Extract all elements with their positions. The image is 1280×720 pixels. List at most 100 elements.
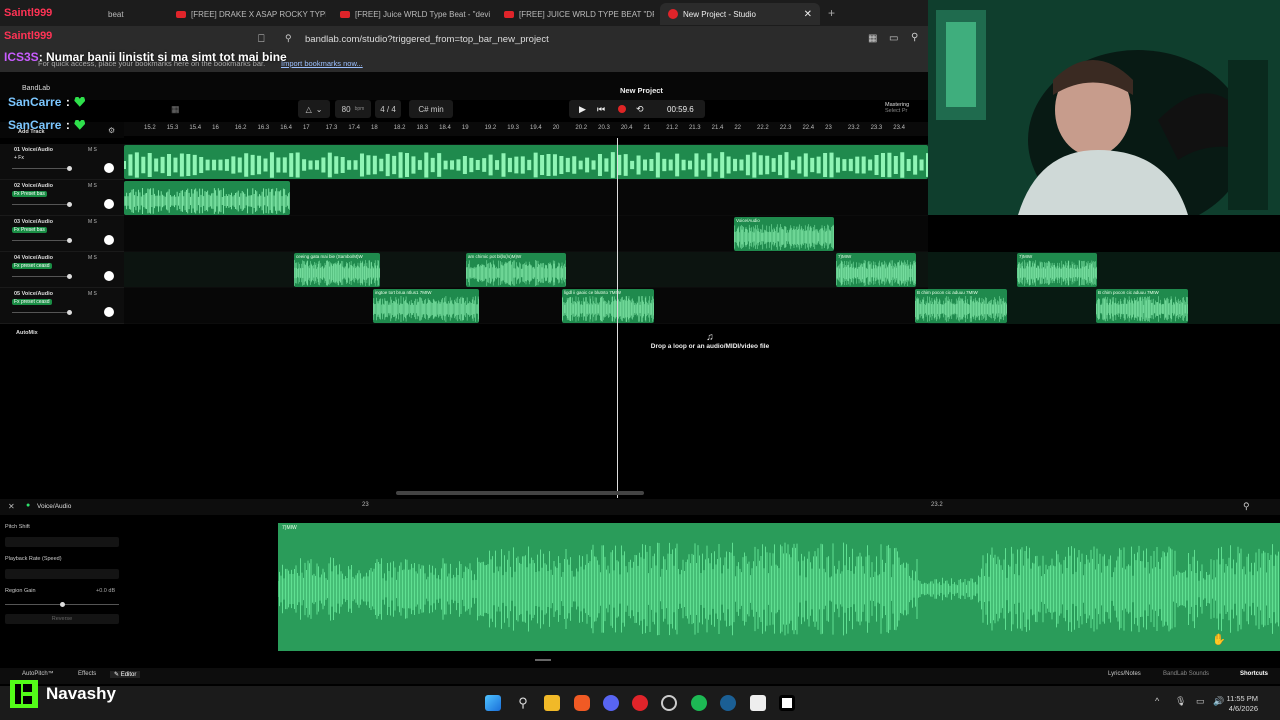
close-editor-icon[interactable]: ✕: [8, 502, 15, 511]
grid-icon[interactable]: ▦: [171, 104, 180, 115]
sounds-button[interactable]: BandLab Sounds: [1163, 671, 1209, 677]
horizontal-scrollbar[interactable]: [396, 491, 644, 495]
track-lane[interactable]: ingtoe tort brua ntlus1 7MIW ligdl ii ga…: [124, 288, 928, 324]
extension-icon[interactable]: ▦: [868, 33, 877, 44]
capcut-icon[interactable]: [779, 695, 795, 711]
browser-tab-active[interactable]: New Project - Studio ✕: [660, 3, 820, 25]
zoom-icon[interactable]: ⚲: [911, 32, 918, 43]
pan-knob[interactable]: [104, 271, 114, 281]
volume-fader[interactable]: [12, 310, 72, 315]
windows-start-icon[interactable]: [485, 695, 501, 711]
volume-fader[interactable]: [12, 166, 72, 171]
bookmark-icon[interactable]: ⎕: [258, 33, 265, 46]
obs-icon[interactable]: [661, 695, 677, 711]
shortcuts-button[interactable]: Shortcuts: [1240, 671, 1268, 677]
browser-tab[interactable]: [FREE] DRAKE X ASAP ROCKY TYPE B: [168, 3, 326, 25]
audio-clip[interactable]: ingtoe tort brua ntlus1 7MIW: [373, 289, 479, 323]
key-field[interactable]: C# min: [409, 100, 453, 118]
audio-clip[interactable]: [124, 181, 290, 215]
mute-solo[interactable]: M S: [88, 219, 97, 225]
audio-clip[interactable]: 7)MIW: [1017, 253, 1097, 287]
volume-fader[interactable]: [12, 274, 72, 279]
fx-button[interactable]: Fx Preset bas: [12, 191, 47, 197]
mute-solo[interactable]: M S: [88, 255, 97, 261]
editor-button[interactable]: ✎ Editor: [110, 671, 141, 678]
track-lane[interactable]: Voice/Audio: [124, 216, 928, 252]
playback-rate-input[interactable]: [5, 569, 119, 579]
resize-handle[interactable]: [535, 659, 551, 661]
mastering-button[interactable]: Mastering Select Pr: [885, 102, 909, 114]
browser-tab[interactable]: [FREE] JUICE WRLD TYPE BEAT "DRUN: [496, 3, 654, 25]
volume-fader[interactable]: [12, 238, 72, 243]
fx-button[interactable]: + Fx: [12, 155, 26, 161]
pan-knob[interactable]: [104, 199, 114, 209]
drop-zone[interactable]: ♫ Drop a loop or an audio/MIDI/video fil…: [640, 332, 780, 350]
track-header[interactable]: 02 Voice/Audio Fx Preset bas M S: [0, 180, 124, 216]
brave-icon[interactable]: [574, 695, 590, 711]
tempo-field[interactable]: 80 bpm: [335, 100, 371, 118]
pan-knob[interactable]: [104, 235, 114, 245]
settings-icon[interactable]: ⚙: [108, 126, 115, 135]
pan-knob[interactable]: [104, 163, 114, 173]
discord-icon[interactable]: [603, 695, 619, 711]
loop-icon[interactable]: ⟲: [636, 104, 644, 115]
track-header[interactable]: 01 Voice/Audio + Fx M S: [0, 144, 124, 180]
search-icon[interactable]: ⚲: [515, 695, 531, 711]
browser-tab[interactable]: beat: [100, 3, 160, 25]
skip-back-icon[interactable]: ⏮: [597, 104, 605, 115]
autopitch-button[interactable]: AutoPitch™: [22, 671, 54, 677]
time-signature-field[interactable]: 4 / 4: [375, 100, 401, 118]
metronome-button[interactable]: △ ⌄: [298, 100, 330, 118]
network-icon[interactable]: ▭: [1196, 696, 1205, 707]
audio-clip[interactable]: 7)MIW: [836, 253, 916, 287]
volume-fader[interactable]: [12, 202, 72, 207]
steam-icon[interactable]: [720, 695, 736, 711]
record-icon[interactable]: [618, 105, 626, 113]
lyrics-button[interactable]: Lyrics/Notes: [1108, 671, 1141, 677]
audio-clip[interactable]: B chim pocon cic aduuu 7MIW: [1096, 289, 1188, 323]
editor-waveform-clip[interactable]: 7)MIW: [278, 523, 1280, 651]
project-title[interactable]: New Project: [620, 86, 663, 95]
audio-clip[interactable]: ligdl ii gaoic ce blutnto 7MIW: [562, 289, 654, 323]
track-header[interactable]: 05 Voice/Audio Fx preset ceasd M S: [0, 288, 124, 324]
audio-clip[interactable]: ceeing gata mai bie (Sambo/M)W: [294, 253, 380, 287]
file-explorer-icon[interactable]: [544, 695, 560, 711]
new-tab-icon[interactable]: +: [828, 6, 835, 20]
timeline-ruler[interactable]: 15.2 15.3 15.4 16 16.2 16.3 16.4 17 17.3 17.4 18 18…: [124, 122, 928, 136]
automix-label[interactable]: AutoMix: [16, 330, 38, 336]
fx-button[interactable]: Fx preset ceasd: [12, 299, 52, 305]
app-icon[interactable]: [632, 695, 648, 711]
clock[interactable]: 11:55 PM 4/6/2026: [1226, 694, 1258, 714]
audio-clip[interactable]: [124, 145, 928, 179]
mic-tray-icon[interactable]: 🎙: [1175, 696, 1186, 707]
volume-icon[interactable]: 🔊: [1213, 696, 1224, 707]
mute-solo[interactable]: M S: [88, 183, 97, 189]
audio-clip[interactable]: Voice/Audio: [734, 217, 834, 251]
notepad-icon[interactable]: [750, 695, 766, 711]
url-input[interactable]: bandlab.com/studio?triggered_from=top_ba…: [305, 34, 549, 45]
mute-solo[interactable]: M S: [88, 147, 97, 153]
mute-solo[interactable]: M S: [88, 291, 97, 297]
pitch-shift-input[interactable]: [5, 537, 119, 547]
audio-clip[interactable]: am chimic pot bl(ls(/s)M)W: [466, 253, 566, 287]
track-header[interactable]: 04 Voice/Audio Fx preset ceasd M S: [0, 252, 124, 288]
chevron-up-icon[interactable]: ^: [1155, 696, 1159, 706]
bandlab-logo[interactable]: BandLab: [22, 85, 50, 92]
playhead[interactable]: [617, 138, 618, 498]
browser-tab[interactable]: [FREE] Juice WRLD Type Beat - "devil: [332, 3, 490, 25]
track-header[interactable]: 03 Voice/Audio Fx Preset bas M S: [0, 216, 124, 252]
track-lane[interactable]: ceeing gata mai bie (Sambo/M)W am chimic…: [124, 252, 928, 288]
track-lane[interactable]: [124, 144, 928, 180]
spotify-icon[interactable]: [691, 695, 707, 711]
site-info-icon[interactable]: ⚲: [285, 33, 292, 44]
zoom-icon[interactable]: ⚲: [1243, 501, 1250, 512]
fx-button[interactable]: Fx Preset bas: [12, 227, 47, 233]
pan-knob[interactable]: [104, 307, 114, 317]
effects-button[interactable]: Effects: [78, 671, 96, 677]
audio-clip[interactable]: B chim pocon cic aduuu 7MIW: [915, 289, 1007, 323]
fx-button[interactable]: Fx preset ceasd: [12, 263, 52, 269]
reverse-button[interactable]: Reverse: [5, 614, 119, 624]
track-lane[interactable]: [124, 180, 928, 216]
play-icon[interactable]: ▶: [579, 104, 586, 115]
region-gain-slider[interactable]: [5, 602, 119, 607]
